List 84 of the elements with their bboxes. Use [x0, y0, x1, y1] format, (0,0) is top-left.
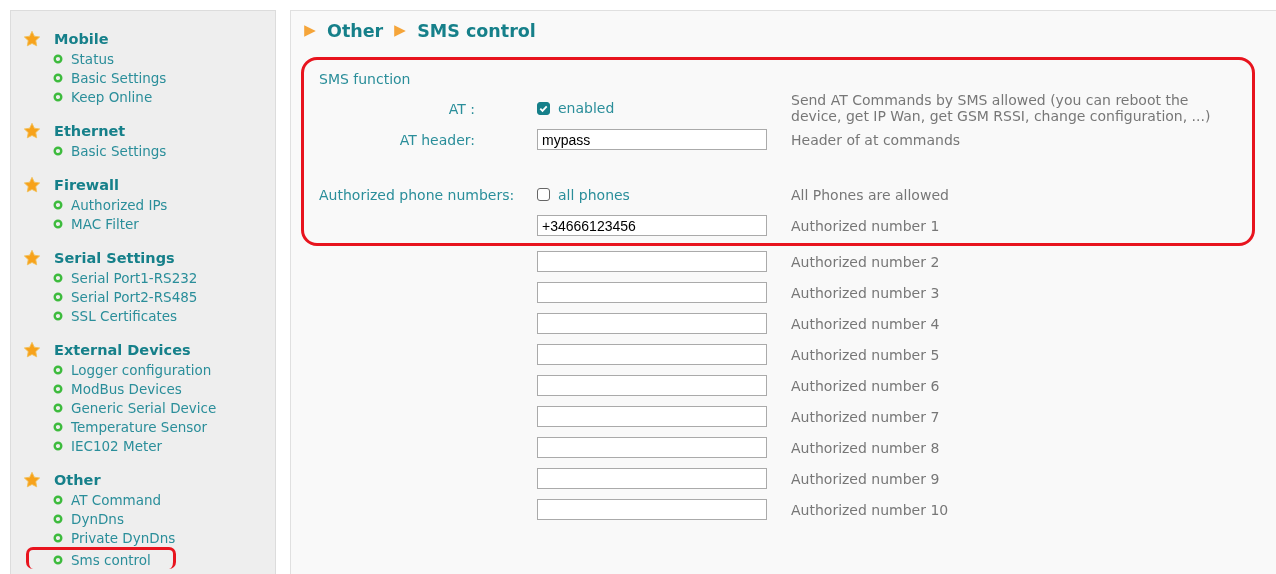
breadcrumb-item: SMS control — [417, 21, 536, 41]
star-icon — [23, 341, 41, 359]
bullet-icon — [53, 72, 63, 83]
input-field[interactable] — [537, 375, 767, 396]
menu-item[interactable]: MAC Filter — [71, 215, 139, 232]
triangle-icon — [303, 24, 317, 38]
bullet-icon — [53, 145, 63, 156]
checkbox-label[interactable]: enabled — [558, 100, 615, 116]
field-description: Authorized number 3 — [791, 284, 941, 301]
field-description: Authorized number 6 — [791, 377, 941, 394]
star-icon — [23, 30, 41, 48]
breadcrumb-item: Other — [327, 21, 384, 41]
bullet-icon — [53, 513, 63, 524]
input-field[interactable]: mypass — [537, 129, 767, 150]
input-field[interactable] — [537, 313, 767, 334]
input-field[interactable] — [537, 251, 767, 272]
checkbox-label[interactable]: all phones — [558, 186, 630, 203]
bullet-icon — [53, 402, 63, 413]
menu-item[interactable]: SSL Certificates — [71, 307, 178, 324]
bullet-icon — [53, 199, 63, 210]
menu-item[interactable]: DynDns — [71, 510, 124, 527]
menu-item[interactable]: Private DynDns — [71, 529, 176, 546]
menu-heading: Mobile — [54, 31, 109, 47]
menu-item[interactable]: Sms control — [71, 551, 151, 568]
field-description: Authorized number 8 — [791, 439, 941, 456]
bullet-icon — [53, 218, 63, 229]
field-description: Header of at commands — [791, 131, 962, 148]
field-description: Send AT Commands by SMS allowed (you can reboot the device, get IP Wan, get GSM RSSI, change configuration, ...) — [791, 92, 1212, 124]
input-field[interactable] — [537, 406, 767, 427]
bullet-icon — [53, 494, 63, 505]
menu-heading: External Devices — [54, 342, 191, 358]
bullet-icon — [53, 272, 63, 283]
star-icon — [23, 122, 41, 140]
menu-heading: Ethernet — [54, 123, 126, 139]
field-description: Authorized number 7 — [791, 408, 941, 425]
checkbox[interactable] — [537, 101, 550, 115]
star-icon — [23, 176, 41, 194]
star-icon — [23, 471, 41, 489]
menu-heading: Other — [54, 472, 101, 488]
menu-heading: Serial Settings — [54, 250, 175, 266]
section-title: SMS function — [319, 71, 411, 87]
field-label: AT : — [448, 100, 475, 117]
bullet-icon — [53, 421, 63, 432]
field-description: Authorized number 1 — [791, 217, 941, 234]
menu-item[interactable]: AT Command — [71, 491, 162, 508]
field-description: Authorized number 10 — [791, 501, 950, 518]
bullet-icon — [53, 53, 63, 64]
input-field[interactable] — [537, 499, 767, 520]
checkbox[interactable] — [537, 188, 550, 201]
triangle-icon — [393, 24, 408, 38]
bullet-icon — [53, 91, 63, 102]
menu-heading: Firewall — [54, 177, 119, 193]
input-field[interactable] — [537, 437, 767, 458]
input-field[interactable] — [537, 344, 767, 365]
field-description: Authorized number 4 — [791, 315, 941, 332]
menu-item[interactable]: ModBus Devices — [71, 380, 182, 397]
bullet-icon — [53, 310, 63, 321]
field-description: Authorized number 2 — [791, 253, 941, 270]
field-description: Authorized number 9 — [791, 470, 941, 487]
menu-item[interactable]: Generic Serial Device — [71, 399, 217, 416]
bullet-icon — [53, 383, 63, 394]
menu-item[interactable]: Authorized IPs — [71, 196, 168, 213]
menu-item[interactable]: Serial Port2-RS485 — [71, 288, 198, 305]
field-label: AT header: — [399, 132, 475, 148]
bullet-icon — [53, 364, 63, 375]
menu-item[interactable]: Keep Online — [71, 88, 153, 105]
menu-item[interactable]: IEC102 Meter — [71, 437, 163, 454]
field-description: Authorized number 5 — [791, 346, 941, 363]
field-description: All Phones are allowed — [791, 186, 950, 203]
input-field[interactable] — [537, 282, 767, 303]
input-field[interactable]: +34666123456 — [537, 215, 767, 236]
bullet-icon — [53, 532, 63, 543]
bullet-icon — [53, 291, 63, 302]
star-icon — [23, 249, 41, 267]
field-label: Authorized phone numbers: — [319, 186, 515, 203]
menu-item[interactable]: Basic Settings — [71, 69, 167, 86]
input-field[interactable] — [537, 468, 767, 489]
menu-item[interactable]: Temperature Sensor — [71, 418, 208, 435]
menu-item[interactable]: Serial Port1-RS232 — [71, 269, 198, 286]
menu-item[interactable]: Basic Settings — [71, 142, 167, 159]
menu-item[interactable]: Status — [71, 50, 115, 67]
bullet-icon — [53, 440, 63, 451]
bullet-icon — [53, 554, 63, 565]
menu-item[interactable]: Logger configuration — [71, 361, 212, 378]
